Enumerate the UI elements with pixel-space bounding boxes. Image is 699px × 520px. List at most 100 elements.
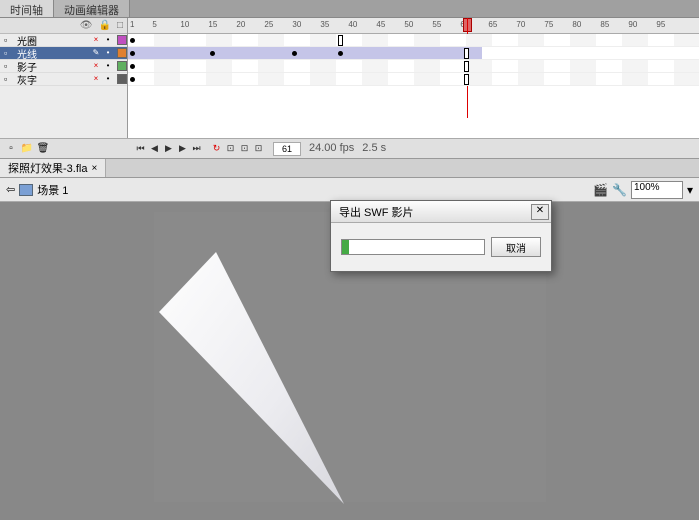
frame-row[interactable] <box>128 60 699 73</box>
eye-icon[interactable]: 👁 <box>80 20 93 31</box>
ruler-tick: 90 <box>628 20 637 29</box>
frame-row[interactable] <box>128 47 699 60</box>
delete-layer-icon[interactable]: 🗑 <box>36 142 50 156</box>
ruler-tick: 65 <box>488 20 497 29</box>
new-layer-icon[interactable]: ▫ <box>4 142 18 156</box>
back-icon[interactable]: ⇦ <box>6 183 15 196</box>
document-tab[interactable]: 探照灯效果-3.fla × <box>0 159 106 177</box>
layer-color[interactable] <box>117 61 127 71</box>
layer-type-icon: ▫ <box>4 48 14 58</box>
timeline-footer: ▫ 📁 🗑 ⏮ ◀ ▶ ▶ ⏭ ↻ ⊡ ⊡ ⊡ 24.00 fps 2.5 s <box>0 138 699 158</box>
spotlight-shape[interactable] <box>154 252 374 512</box>
keyframe[interactable] <box>130 77 135 82</box>
dot-icon[interactable]: • <box>104 62 112 70</box>
ruler-tick: 25 <box>264 20 273 29</box>
ruler-tick: 80 <box>572 20 581 29</box>
dropdown-icon[interactable]: ▾ <box>687 183 693 197</box>
layer-name: 灰字 <box>17 72 89 87</box>
ruler-tick: 95 <box>656 20 665 29</box>
document-tabs: 探照灯效果-3.fla × <box>0 158 699 178</box>
ruler-tick: 85 <box>600 20 609 29</box>
dialog-titlebar[interactable]: 导出 SWF 影片 ✕ <box>331 201 551 223</box>
lock-icon[interactable]: 🔒 <box>99 20 111 31</box>
keyframe[interactable] <box>210 51 215 56</box>
cancel-button[interactable]: 取消 <box>491 237 541 257</box>
dot-icon[interactable]: • <box>104 75 112 83</box>
red-x-icon[interactable]: × <box>92 62 100 70</box>
current-frame-input[interactable] <box>273 142 301 156</box>
layer-type-icon: ▫ <box>4 61 14 71</box>
fps-label: fps <box>340 142 355 154</box>
last-frame-icon[interactable]: ⏭ <box>190 142 203 155</box>
pencil-icon[interactable]: ✎ <box>92 49 100 57</box>
endframe[interactable] <box>338 35 343 46</box>
dot-icon[interactable]: • <box>104 36 112 44</box>
endframe[interactable] <box>464 74 469 85</box>
keyframe[interactable] <box>130 64 135 69</box>
dialog-body: 取消 <box>331 223 551 271</box>
panel-tabs: 时间轴 动画编辑器 <box>0 0 699 18</box>
time-label: s <box>381 142 387 154</box>
ruler-tick: 35 <box>320 20 329 29</box>
onion-outline-icon[interactable]: ⊡ <box>238 142 251 155</box>
scene-name[interactable]: 场景 1 <box>37 182 68 198</box>
document-name: 探照灯效果-3.fla <box>8 160 87 176</box>
layer-color[interactable] <box>117 48 127 58</box>
ruler-tick: 45 <box>376 20 385 29</box>
layer-color[interactable] <box>117 74 127 84</box>
keyframe[interactable] <box>130 38 135 43</box>
frame-info: 24.00 fps 2.5 s <box>273 142 386 156</box>
fps-value: 24.00 <box>309 142 337 154</box>
ruler-tick: 50 <box>404 20 413 29</box>
loop-icon[interactable]: ↻ <box>210 142 223 155</box>
onion-skin-icon[interactable]: ⊡ <box>224 142 237 155</box>
ruler-tick: 20 <box>236 20 245 29</box>
dialog-title: 导出 SWF 影片 <box>339 204 414 220</box>
red-x-icon[interactable]: × <box>92 75 100 83</box>
timeline: 👁 🔒 □ ▫ 光圈 ×• ▫ 光线 ✎• ▫ 影子 ×• ▫ 灰字 ×• <box>0 18 699 138</box>
ruler-tick: 75 <box>544 20 553 29</box>
close-icon[interactable]: ✕ <box>531 204 549 220</box>
outline-icon[interactable]: □ <box>117 20 123 31</box>
time-value: 2.5 <box>362 142 377 154</box>
playback-controls: ⏮ ◀ ▶ ▶ ⏭ ↻ ⊡ ⊡ ⊡ <box>128 142 265 155</box>
next-frame-icon[interactable]: ▶ <box>176 142 189 155</box>
progress-fill <box>342 240 349 254</box>
layer-type-icon: ▫ <box>4 35 14 45</box>
zoom-select[interactable]: 100% <box>631 181 683 199</box>
prev-frame-icon[interactable]: ◀ <box>148 142 161 155</box>
new-folder-icon[interactable]: 📁 <box>20 142 34 156</box>
red-x-icon[interactable]: × <box>92 36 100 44</box>
zoom-controls: 🎬 🔧 100% ▾ <box>593 181 693 199</box>
layer-color[interactable] <box>117 35 127 45</box>
layer-controls: ▫ 📁 🗑 <box>0 142 128 156</box>
frame-row[interactable] <box>128 73 699 86</box>
frame-row[interactable] <box>128 34 699 47</box>
play-icon[interactable]: ▶ <box>162 142 175 155</box>
edit-symbol-icon[interactable]: 🔧 <box>612 183 627 197</box>
keyframe[interactable] <box>130 51 135 56</box>
tab-timeline[interactable]: 时间轴 <box>0 0 54 17</box>
timeline-ruler[interactable]: 15101520253035404550556065707580859095 <box>128 18 699 34</box>
progress-bar <box>341 239 485 255</box>
keyframe[interactable] <box>292 51 297 56</box>
ruler-tick: 5 <box>152 20 156 29</box>
close-icon[interactable]: × <box>91 163 97 174</box>
ruler-tick: 30 <box>292 20 301 29</box>
first-frame-icon[interactable]: ⏮ <box>134 142 147 155</box>
ruler-tick: 55 <box>432 20 441 29</box>
keyframe[interactable] <box>338 51 343 56</box>
ruler-tick: 10 <box>180 20 189 29</box>
endframe[interactable] <box>464 61 469 72</box>
tab-motion-editor[interactable]: 动画编辑器 <box>54 0 130 17</box>
endframe[interactable] <box>464 48 469 59</box>
edit-scene-icon[interactable]: 🎬 <box>593 183 608 197</box>
ruler-tick: 40 <box>348 20 357 29</box>
dot-icon[interactable]: • <box>104 49 112 57</box>
breadcrumb: ⇦ 场景 1 <box>6 182 68 198</box>
ruler-tick: 1 <box>130 20 134 29</box>
frames-panel[interactable]: 15101520253035404550556065707580859095 <box>128 18 699 138</box>
layer-row[interactable]: ▫ 灰字 ×• <box>0 73 127 86</box>
edit-multiple-icon[interactable]: ⊡ <box>252 142 265 155</box>
export-dialog: 导出 SWF 影片 ✕ 取消 <box>330 200 552 272</box>
